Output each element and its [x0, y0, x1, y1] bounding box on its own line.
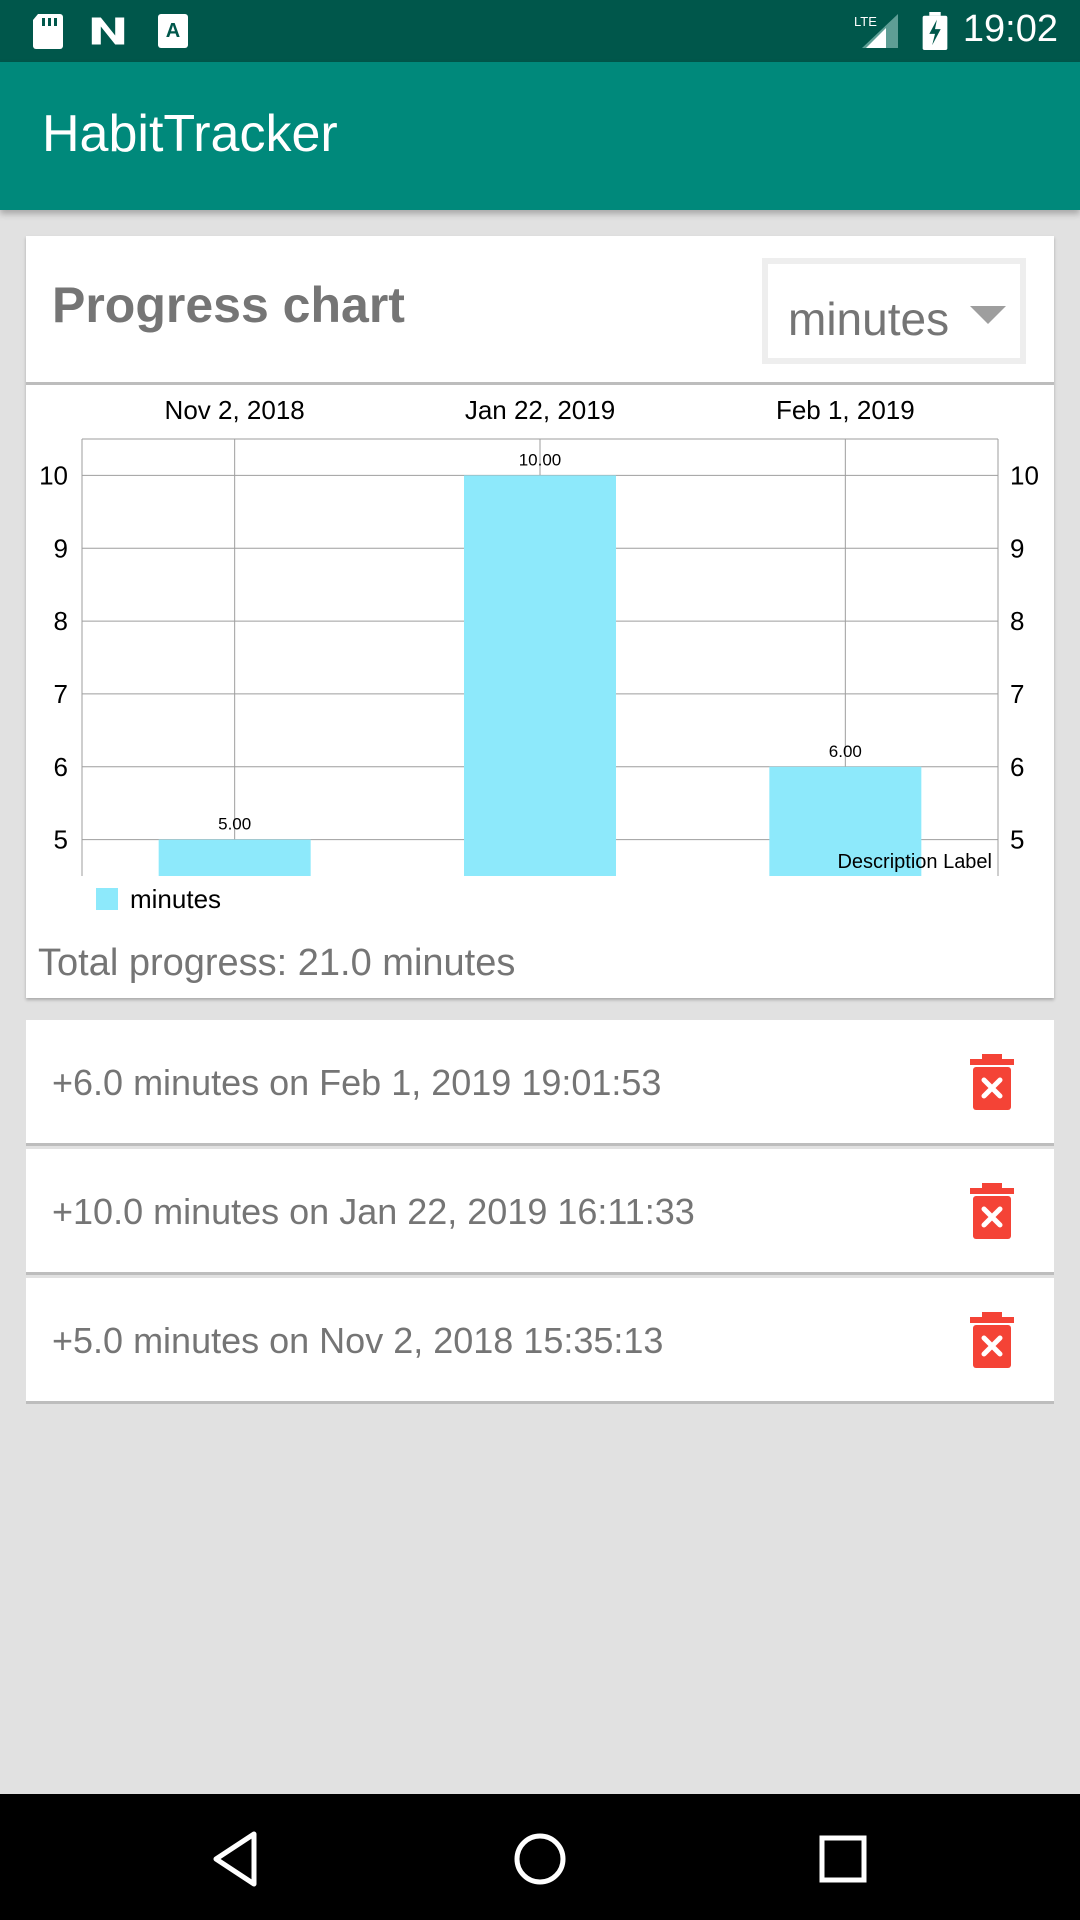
chart-card-title: Progress chart [52, 277, 405, 333]
sd-card-icon [33, 14, 63, 49]
y-tick-label-right: 7 [1010, 679, 1024, 709]
app-bar: HabitTracker [0, 62, 1080, 210]
dropdown-arrow-icon [970, 306, 1006, 324]
a-notification-icon: A [158, 14, 188, 48]
status-bar: A LTE 19:02 [0, 0, 1080, 62]
y-tick-label-right: 5 [1010, 825, 1024, 855]
bar-data-label: 10.00 [519, 450, 562, 469]
entry-text: +6.0 minutes on Feb 1, 2019 19:01:53 [52, 1062, 662, 1103]
x-tick-label: Jan 22, 2019 [465, 395, 615, 425]
y-tick-label-right: 9 [1010, 533, 1024, 563]
bar-data-label: 6.00 [829, 742, 862, 761]
recents-icon[interactable] [808, 1824, 878, 1894]
divider [26, 382, 1054, 385]
entry-row[interactable]: +5.0 minutes on Nov 2, 2018 15:35:13 [26, 1278, 1054, 1404]
status-time: 19:02 [962, 8, 1058, 50]
y-tick-label-right: 6 [1010, 752, 1024, 782]
entry-text: +10.0 minutes on Jan 22, 2019 16:11:33 [52, 1191, 695, 1232]
progress-bar-chart[interactable]: 5 5 6 6 7 7 8 8 9 9 10 10 5.00 Nov 2, 2018 10.00 Jan 22… [26, 386, 1054, 876]
legend-label: minutes [130, 884, 222, 914]
x-tick-label: Nov 2, 2018 [165, 395, 305, 425]
unit-dropdown-value: minutes [788, 293, 950, 345]
y-tick-label-left: 9 [54, 533, 68, 563]
navigation-bar [0, 1794, 1080, 1920]
y-tick-label-left: 7 [54, 679, 68, 709]
legend-swatch [96, 888, 118, 910]
progress-chart-card: Progress chart minutes 5 5 6 6 7 7 8 8 9 9 10 10 5.0… [26, 236, 1054, 998]
delete-icon[interactable] [970, 1312, 1014, 1368]
chart-bar [158, 839, 311, 876]
entry-row[interactable]: +6.0 minutes on Feb 1, 2019 19:01:53 [26, 1020, 1054, 1146]
battery-charging-icon [922, 12, 948, 50]
x-tick-label: Feb 1, 2019 [776, 395, 915, 425]
app-title: HabitTracker [42, 105, 338, 163]
lte-signal-icon: LTE [854, 14, 898, 48]
y-tick-label-left: 8 [54, 606, 68, 636]
svg-text:A: A [166, 20, 180, 42]
unit-dropdown[interactable]: minutes [762, 258, 1026, 364]
y-tick-label-left: 6 [54, 752, 68, 782]
y-tick-label-right: 8 [1010, 606, 1024, 636]
svg-text:LTE: LTE [854, 14, 877, 29]
chart-bar [464, 475, 616, 876]
entry-row[interactable]: +10.0 minutes on Jan 22, 2019 16:11:33 [26, 1149, 1054, 1275]
back-icon[interactable] [202, 1824, 272, 1894]
home-icon[interactable] [505, 1824, 575, 1894]
y-tick-label-left: 5 [54, 825, 68, 855]
y-tick-label-right: 10 [1010, 460, 1039, 490]
delete-icon[interactable] [970, 1183, 1014, 1239]
n-notification-icon [91, 17, 125, 45]
total-progress: Total progress: 21.0 minutes [38, 942, 516, 984]
bar-data-label: 5.00 [218, 815, 251, 834]
delete-icon[interactable] [970, 1054, 1014, 1110]
entry-text: +5.0 minutes on Nov 2, 2018 15:35:13 [52, 1320, 664, 1361]
y-tick-label-left: 10 [39, 460, 68, 490]
chart-description-label: Description Label [837, 851, 992, 873]
